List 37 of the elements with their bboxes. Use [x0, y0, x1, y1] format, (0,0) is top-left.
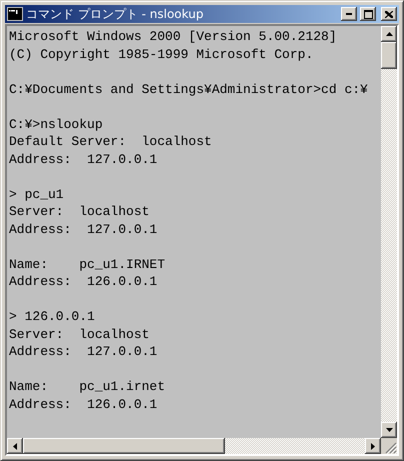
window-title: コマンド プロンプト - nslookup	[26, 6, 204, 22]
console-line: Server: localhost	[9, 326, 150, 343]
vertical-scrollbar[interactable]	[381, 26, 397, 438]
console-line: Name: pc_u1.IRNET	[9, 256, 166, 273]
console-line: Default Server: localhost	[9, 133, 213, 150]
console-line: C:¥Documents and Settings¥Administrator>cd c:¥	[9, 80, 369, 98]
console-line: > pc_u1	[9, 186, 65, 203]
up-arrow-icon	[386, 32, 392, 36]
maximize-icon	[364, 10, 372, 18]
horizontal-scrollbar[interactable]	[7, 438, 381, 454]
console-line: (C) Copyright 1985-1999 Microsoft Corp.	[9, 46, 314, 63]
console-line: Name: pc_u1.irnet	[9, 378, 166, 396]
close-button[interactable]	[381, 7, 397, 21]
left-arrow-icon	[13, 442, 17, 450]
scrollbar-thumb[interactable]	[381, 42, 397, 69]
console-line: Microsoft Windows 2000 [Version 5.00.2128]	[9, 28, 338, 46]
scroll-down-button[interactable]	[381, 422, 397, 438]
console-line: Address: 127.0.0.1	[9, 220, 158, 238]
console-line: Address: 126.0.0.1	[9, 273, 158, 290]
console-app-icon	[7, 7, 23, 21]
minimize-icon	[346, 13, 352, 15]
resize-grip-icon[interactable]	[385, 442, 397, 454]
console-line: C:¥>nslookup	[9, 116, 104, 133]
scroll-left-button[interactable]	[7, 438, 23, 454]
console-line: Address: 126.0.0.1	[9, 396, 158, 413]
maximize-button[interactable]	[360, 7, 376, 21]
down-arrow-icon	[386, 428, 392, 432]
scroll-up-button[interactable]	[381, 26, 397, 42]
minimize-button[interactable]	[341, 7, 357, 21]
console-line: Address: 127.0.0.1	[9, 150, 158, 168]
close-icon	[385, 10, 393, 18]
console-line: Address: 127.0.0.1	[9, 343, 158, 360]
right-arrow-icon	[371, 442, 375, 450]
scroll-right-button[interactable]	[365, 438, 381, 454]
console-line: Server: localhost	[9, 203, 150, 220]
console-line: > 126.0.0.1	[9, 308, 96, 326]
scrollbar-thumb[interactable]	[23, 438, 225, 454]
